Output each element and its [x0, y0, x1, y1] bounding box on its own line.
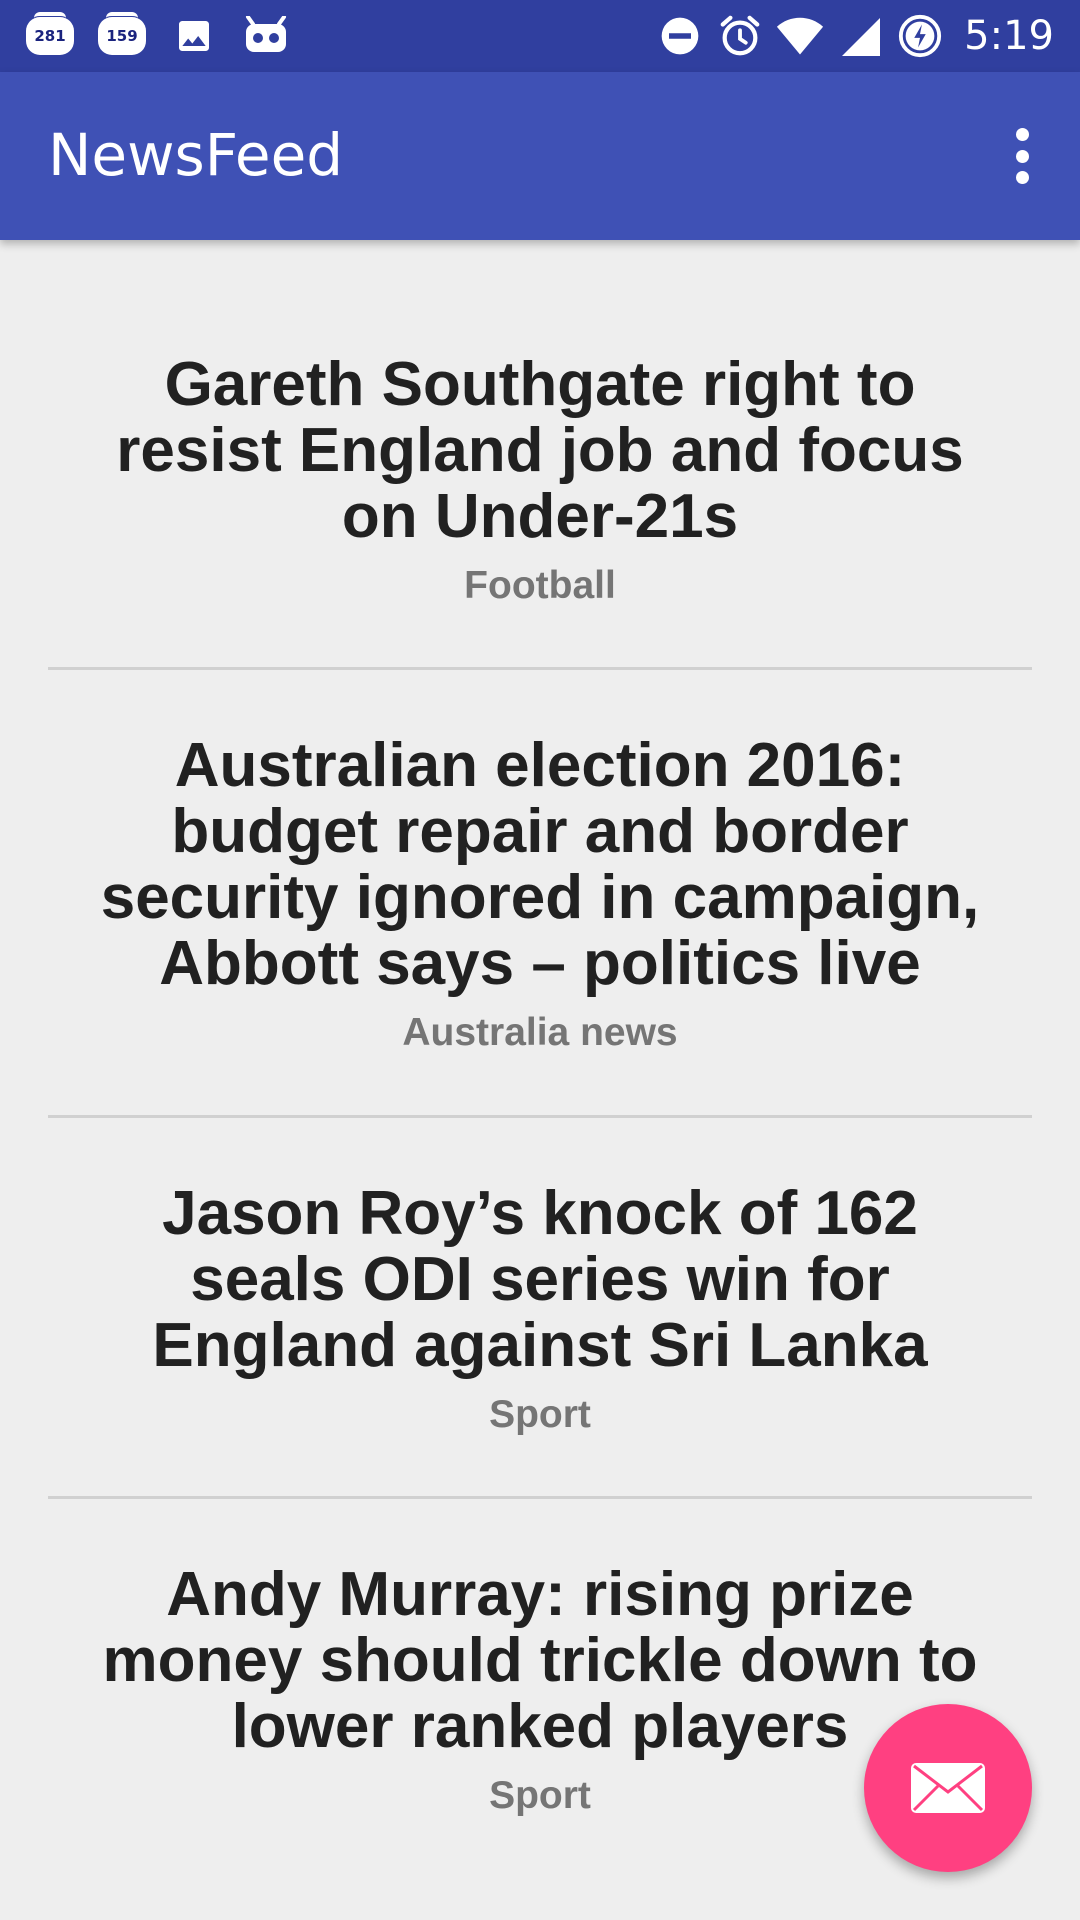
news-section: Sport [489, 1393, 591, 1436]
news-headline: Gareth Southgate right to resist England… [116, 350, 964, 551]
status-bar: 281 159 5:19 [0, 0, 1080, 72]
calendar-badge-icon: 159 [98, 12, 146, 55]
news-headline: Australian election 2016: budget repair … [100, 731, 980, 998]
notification-count: 281 [34, 27, 66, 45]
dot [1015, 149, 1029, 163]
app-title: NewsFeed [48, 121, 344, 189]
news-section: Australia news [402, 1011, 678, 1054]
battery-saver-icon [896, 14, 944, 58]
status-bar-notifications: 281 159 [26, 12, 314, 58]
wifi-icon [776, 14, 824, 58]
signal-icon [836, 14, 884, 58]
news-section: Football [464, 564, 616, 607]
alarm-icon [716, 14, 764, 58]
do-not-disturb-icon [656, 14, 704, 58]
divider [48, 667, 1032, 670]
news-item[interactable]: Jason Roy’s knock of 162 seals ODI serie… [48, 1181, 1032, 1437]
status-bar-system-icons: 5:19 [656, 10, 1054, 62]
email-icon [911, 1763, 985, 1813]
news-item[interactable]: Gareth Southgate right to resist England… [48, 352, 1032, 608]
dot [1015, 171, 1029, 184]
news-headline: Andy Murray: rising prize money should t… [102, 1560, 978, 1761]
divider [48, 1115, 1032, 1118]
more-vert-icon[interactable] [1002, 128, 1042, 184]
news-item[interactable]: Australian election 2016: budget repair … [48, 733, 1032, 1055]
news-headline: Jason Roy’s knock of 162 seals ODI serie… [152, 1179, 928, 1380]
calendar-badge-icon: 281 [26, 12, 74, 55]
image-icon [170, 14, 218, 58]
clock: 5:19 [964, 13, 1054, 59]
compose-email-button[interactable] [864, 1704, 1032, 1872]
divider [48, 1496, 1032, 1499]
notification-count: 159 [106, 27, 138, 45]
app-bar: NewsFeed [0, 72, 1080, 240]
robot-icon [242, 14, 290, 58]
dot [1015, 128, 1029, 141]
